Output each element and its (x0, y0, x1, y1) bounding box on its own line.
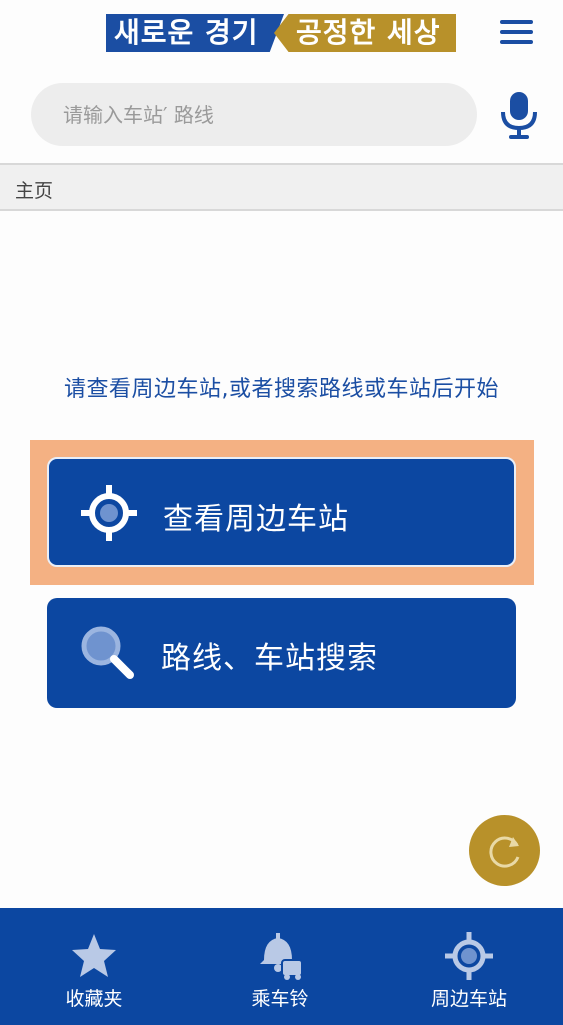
bus-bell-icon (254, 930, 306, 982)
app-header: 새로운 경기 공정한 세상 (0, 0, 563, 62)
location-target-icon (443, 930, 495, 982)
nearby-stations-label: 查看周边车站 (163, 502, 349, 537)
nav-nearby-stations-label: 周边车站 (430, 988, 507, 1010)
route-station-search-label: 路线、车站搜索 (161, 641, 378, 676)
route-station-search-button[interactable]: 路线、车站搜索 (47, 598, 516, 708)
nav-bus-bell-label: 乘车铃 (251, 988, 309, 1010)
nav-favorites-label: 收藏夹 (65, 988, 123, 1010)
breadcrumb: 主页 (0, 163, 563, 211)
nearby-stations-button[interactable]: 查看周边车站 (47, 457, 516, 567)
hamburger-menu-icon[interactable] (500, 17, 533, 47)
refresh-icon[interactable] (469, 815, 540, 886)
nav-favorites[interactable]: 收藏夹 (19, 908, 169, 1025)
microphone-icon[interactable] (498, 90, 540, 140)
search-input[interactable] (31, 83, 477, 146)
intro-prompt: 请查看周边车站,或者搜索路线或车站后开始 (64, 377, 499, 402)
logo-text-right: 공정한 세상 (274, 14, 456, 52)
brand-logo: 새로운 경기 공정한 세상 (106, 14, 456, 52)
nav-bus-bell[interactable]: 乘车铃 (205, 908, 355, 1025)
breadcrumb-home[interactable]: 主页 (15, 176, 53, 203)
location-target-icon (79, 483, 139, 543)
nav-nearby-stations[interactable]: 周边车站 (394, 908, 544, 1025)
search-icon (77, 622, 137, 682)
star-icon (68, 930, 120, 982)
bottom-navigation: 收藏夹 乘车铃 周边车站 (0, 908, 563, 1025)
logo-text-left: 새로운 경기 (106, 14, 284, 52)
